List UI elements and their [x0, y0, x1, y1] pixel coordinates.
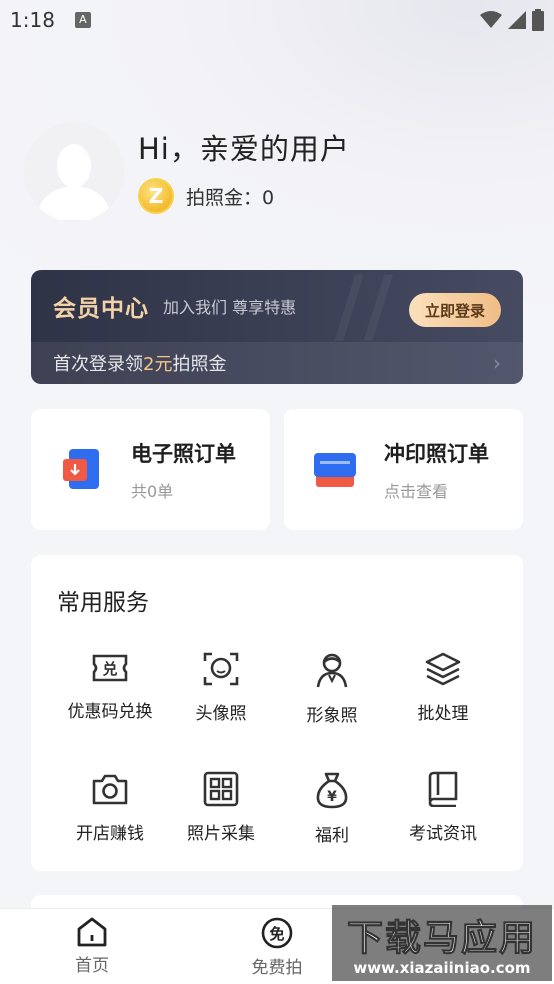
image-photo-icon [316, 653, 348, 688]
photo-coin-row[interactable]: Z 拍照金：0 [138, 178, 274, 214]
e-photo-order-card[interactable]: 电子照订单 共0单 [31, 409, 270, 530]
service-photo-collect[interactable]: 照片采集 [166, 771, 276, 844]
member-subtitle: 加入我们 尊享特惠 [163, 298, 297, 317]
print-order-link: 点击查看 [384, 481, 449, 501]
site-watermark: 下载马应用 www.xiazaiiniao.com [332, 905, 552, 981]
service-welfare[interactable]: ¥ 福利 [277, 771, 387, 846]
service-open-store[interactable]: 开店赚钱 [55, 771, 165, 844]
nav-free-shoot-label: 免费拍 [251, 958, 303, 978]
coin-icon: Z [138, 178, 174, 214]
battery-icon [532, 9, 544, 31]
nav-home-label: 首页 [75, 956, 109, 976]
avatar[interactable] [24, 122, 124, 222]
money-bag-icon: ¥ [316, 772, 348, 809]
service-label: 福利 [315, 826, 349, 846]
status-bar: 1:18 A [0, 0, 554, 40]
avatar-photo-icon [203, 652, 239, 686]
services-title: 常用服务 [57, 590, 149, 616]
status-time: 1:18 [10, 8, 55, 32]
home-icon [77, 917, 107, 947]
watermark-url: www.xiazaiiniao.com [353, 959, 531, 977]
service-label: 头像照 [195, 704, 247, 724]
service-label: 照片采集 [187, 824, 255, 844]
nav-home[interactable]: 首页 [52, 917, 132, 976]
service-image-photo[interactable]: 形象照 [277, 651, 387, 726]
member-title: 会员中心 [53, 296, 149, 322]
nav-free-shoot[interactable]: 免 免费拍 [237, 917, 317, 978]
promo-amount: 2元 [143, 354, 173, 375]
photo-coin-label: 拍照金：0 [186, 186, 275, 209]
print-order-icon [312, 447, 358, 493]
coupon-icon: 兑 [92, 654, 128, 682]
service-exam-info[interactable]: 考试资讯 [388, 771, 498, 844]
print-order-card[interactable]: 冲印照订单 点击查看 [284, 409, 523, 530]
member-decoration: // [334, 270, 393, 352]
batch-icon [425, 652, 461, 686]
e-photo-order-count: 共0单 [131, 481, 174, 501]
camera-icon [92, 774, 128, 805]
common-services-panel: 常用服务 兑 优惠码兑换 头像照 形象照 批处理 开店赚钱 照片采集 ¥ 福利 … [31, 555, 523, 871]
svg-text:免: 免 [269, 925, 284, 943]
status-indicators [480, 9, 544, 31]
print-order-title: 冲印照订单 [384, 441, 489, 466]
member-center-card[interactable]: // 会员中心 加入我们 尊享特惠 立即登录 首次登录领 2元 拍照金 › [31, 270, 523, 384]
service-label: 考试资讯 [409, 824, 477, 844]
notification-icon: A [74, 12, 91, 28]
service-batch[interactable]: 批处理 [388, 651, 498, 724]
svg-text:¥: ¥ [327, 789, 337, 805]
service-label: 形象照 [306, 706, 358, 726]
promo-prefix: 首次登录领 [53, 354, 143, 375]
signal-icon [508, 11, 526, 29]
book-icon [428, 771, 458, 807]
login-button[interactable]: 立即登录 [409, 293, 501, 327]
photo-collect-icon [203, 771, 239, 807]
service-coupon-redeem[interactable]: 兑 优惠码兑换 [55, 651, 165, 722]
service-label: 优惠码兑换 [67, 702, 153, 722]
user-avatar-icon [24, 122, 124, 222]
service-avatar-photo[interactable]: 头像照 [166, 651, 276, 724]
svg-text:兑: 兑 [102, 660, 117, 678]
e-photo-order-title: 电子照订单 [131, 441, 236, 466]
promo-suffix: 拍照金 [172, 354, 227, 375]
service-label: 批处理 [417, 704, 469, 724]
wifi-icon [480, 11, 502, 28]
service-label: 开店赚钱 [76, 824, 144, 844]
greeting[interactable]: Hi，亲爱的用户 [138, 126, 350, 168]
chevron-right-icon: › [493, 351, 501, 375]
watermark-title: 下载马应用 [346, 918, 537, 960]
e-photo-order-icon [59, 447, 105, 493]
first-login-promo[interactable]: 首次登录领 2元 拍照金 › [31, 342, 523, 384]
free-shoot-icon: 免 [261, 917, 293, 949]
